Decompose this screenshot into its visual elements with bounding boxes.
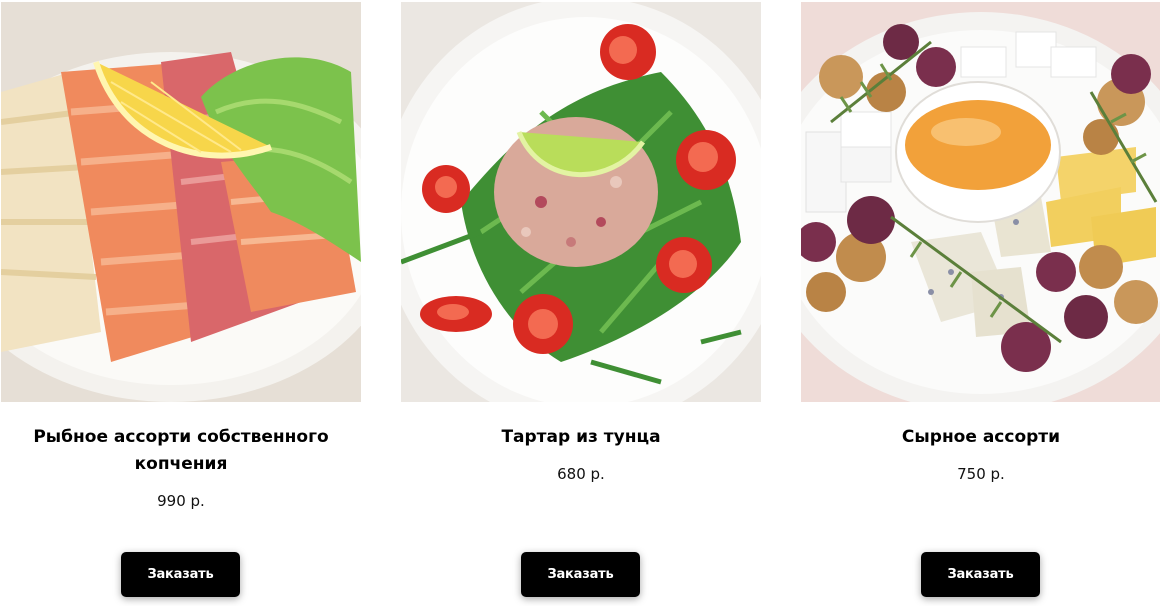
product-title: Рыбное ассорти собственного копчения xyxy=(33,427,329,474)
product-card-tuna-tartare: Тартар из тунца 680 р. Заказать xyxy=(401,2,761,606)
product-price: 990 р. xyxy=(157,492,205,510)
product-card-fish-assortment: Рыбное ассорти собственного копчения 990… xyxy=(1,2,361,606)
product-card-cheese-assortment: Сырное ассорти 750 р. Заказать xyxy=(801,2,1160,606)
product-photo-tartare[interactable] xyxy=(401,2,761,402)
order-button[interactable]: Заказать xyxy=(121,552,240,597)
product-title: Тартар из тунца xyxy=(501,427,661,447)
product-photo-cheese[interactable] xyxy=(801,2,1160,402)
fish-plate-image xyxy=(1,2,361,402)
cheese-plate-image xyxy=(801,2,1160,402)
tartare-plate-image xyxy=(401,2,761,402)
order-button[interactable]: Заказать xyxy=(921,552,1040,597)
product-photo-fish[interactable] xyxy=(1,2,361,402)
product-price: 750 р. xyxy=(957,465,1005,483)
order-button[interactable]: Заказать xyxy=(521,552,640,597)
product-price: 680 р. xyxy=(557,465,605,483)
product-title: Сырное ассорти xyxy=(901,427,1061,447)
